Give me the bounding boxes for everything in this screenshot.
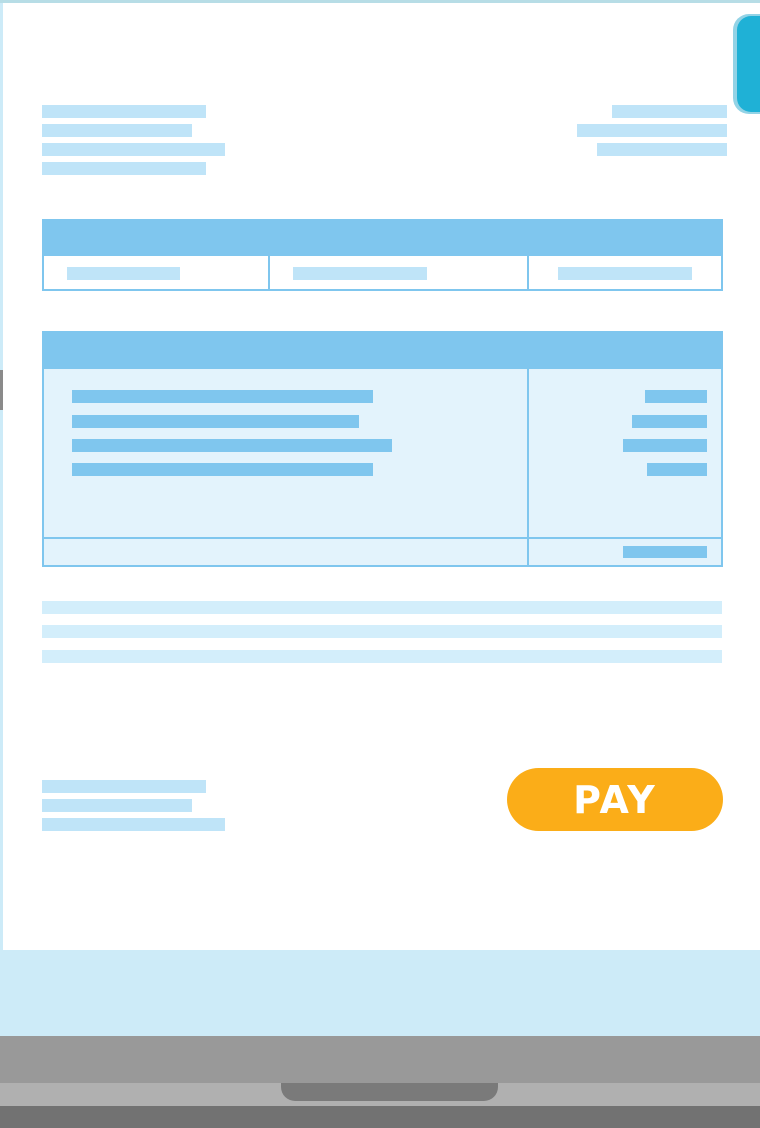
side-tab-icon[interactable]: [737, 16, 760, 112]
recipient-line-1: [612, 105, 727, 118]
total-amount: [623, 546, 707, 558]
footer-line-3: [42, 818, 225, 831]
item-amount-1: [645, 390, 707, 403]
notes-line-1: [42, 601, 722, 614]
item-description-1: [72, 390, 373, 403]
pay-button[interactable]: PAY: [507, 768, 723, 831]
laptop-base-top: [0, 1036, 760, 1083]
item-description-3: [72, 439, 392, 452]
sender-line-4: [42, 162, 206, 175]
info-cell-1: [67, 267, 180, 280]
info-table-divider-1: [268, 256, 270, 291]
item-description-4: [72, 463, 373, 476]
info-table-divider-2: [527, 256, 529, 291]
laptop-hinge-notch: [281, 1083, 498, 1101]
notes-line-2: [42, 625, 722, 638]
screen-left-notch: [0, 370, 3, 410]
item-amount-3: [623, 439, 707, 452]
info-cell-2: [293, 267, 427, 280]
footer-line-1: [42, 780, 206, 793]
laptop-base-bottom: [0, 1106, 760, 1128]
sender-line-2: [42, 124, 192, 137]
item-amount-2: [632, 415, 707, 428]
recipient-line-2: [577, 124, 727, 137]
sender-line-3: [42, 143, 225, 156]
recipient-line-3: [597, 143, 727, 156]
sender-line-1: [42, 105, 206, 118]
info-table-header: [42, 219, 723, 256]
item-amount-4: [647, 463, 707, 476]
info-cell-3: [558, 267, 692, 280]
footer-line-2: [42, 799, 192, 812]
item-description-2: [72, 415, 359, 428]
items-table-total-divider: [42, 537, 723, 539]
notes-line-3: [42, 650, 722, 663]
items-table-header: [42, 331, 723, 369]
pay-button-label: PAY: [573, 777, 657, 822]
